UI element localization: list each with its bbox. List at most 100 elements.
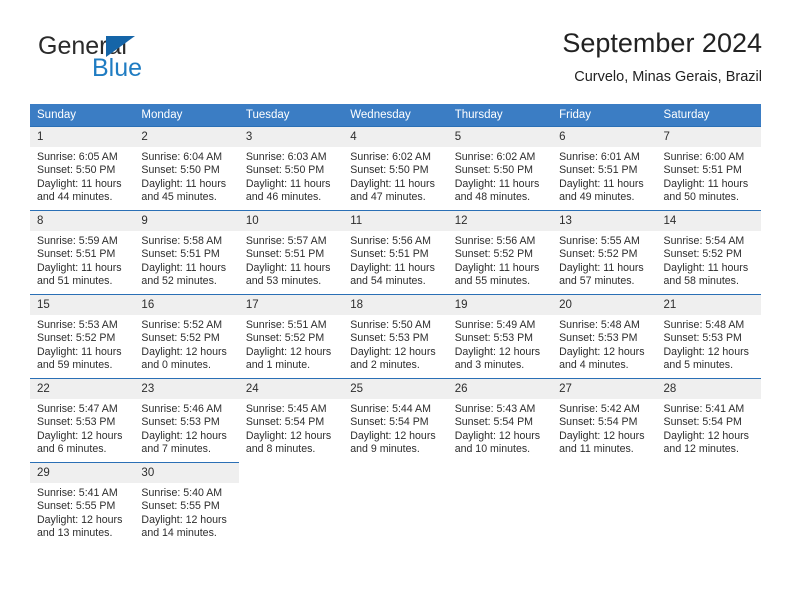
calendar-day-cell[interactable]: 27 Sunrise: 5:42 AM Sunset: 5:54 PM Dayligh… [552, 378, 657, 462]
sunrise-text: Sunrise: 5:41 AM [663, 403, 745, 415]
calendar-day-cell[interactable]: 1 Sunrise: 6:05 AM Sunset: 5:50 PM Daylight… [30, 126, 135, 210]
calendar-day-cell[interactable]: 23 Sunrise: 5:46 AM Sunset: 5:53 PM Dayligh… [134, 378, 239, 462]
daylight-text: Daylight: 12 hours and 8 minutes. [245, 429, 332, 455]
calendar-day-cell[interactable]: 9 Sunrise: 5:58 AM Sunset: 5:51 PM Daylight… [134, 210, 239, 294]
day-details: Sunrise: 5:47 AM Sunset: 5:53 PM Daylight:… [30, 399, 134, 456]
sunrise-text: Sunrise: 5:43 AM [454, 403, 536, 415]
daylight-text: Daylight: 11 hours and 54 minutes. [350, 261, 435, 287]
calendar-day-cell[interactable]: 28 Sunrise: 5:41 AM Sunset: 5:54 PM Dayligh… [656, 378, 761, 462]
sunset-text: Sunset: 5:53 PM [350, 332, 429, 345]
day-details: Sunrise: 6:02 AM Sunset: 5:50 PM Daylight:… [448, 147, 552, 204]
calendar-week-row: 1 Sunrise: 6:05 AM Sunset: 5:50 PM Daylight… [30, 126, 761, 210]
calendar-day-cell[interactable]: 25 Sunrise: 5:44 AM Sunset: 5:54 PM Dayligh… [343, 378, 448, 462]
day-number [552, 462, 656, 482]
calendar-day-cell[interactable]: 2 Sunrise: 6:04 AM Sunset: 5:50 PM Daylight… [134, 126, 239, 210]
calendar-cell-empty [239, 462, 343, 546]
day-details: Sunrise: 5:52 AM Sunset: 5:52 PM Daylight:… [134, 315, 238, 372]
sunset-text: Sunset: 5:54 PM [350, 416, 429, 429]
weekday-header-saturday: Saturday [656, 104, 761, 126]
calendar-day-cell[interactable]: 4 Sunrise: 6:02 AM Sunset: 5:50 PM Daylight… [343, 126, 448, 210]
day-details: Sunrise: 6:04 AM Sunset: 5:50 PM Daylight:… [134, 147, 238, 204]
day-number: 22 [30, 379, 135, 399]
sunrise-text: Sunrise: 5:52 AM [141, 319, 223, 331]
calendar-day-cell[interactable]: 8 Sunrise: 5:59 AM Sunset: 5:51 PM Daylight… [30, 210, 135, 294]
day-number: 2 [134, 127, 239, 147]
day-number: 4 [343, 127, 448, 147]
calendar-day-cell[interactable]: 20 Sunrise: 5:48 AM Sunset: 5:53 PM Dayligh… [552, 294, 657, 378]
calendar-day-cell[interactable]: 16 Sunrise: 5:52 AM Sunset: 5:52 PM Dayligh… [134, 294, 239, 378]
calendar-day-cell[interactable]: 13 Sunrise: 5:55 AM Sunset: 5:52 PM Dayligh… [552, 210, 657, 294]
calendar-day-cell[interactable]: 6 Sunrise: 6:01 AM Sunset: 5:51 PM Daylight… [552, 126, 657, 210]
calendar-week-row: 8 Sunrise: 5:59 AM Sunset: 5:51 PM Daylight… [30, 210, 761, 294]
calendar-day-cell[interactable]: 5 Sunrise: 6:02 AM Sunset: 5:50 PM Daylight… [447, 126, 553, 210]
day-number: 16 [134, 295, 239, 315]
daylight-text: Daylight: 11 hours and 53 minutes. [245, 261, 331, 287]
calendar-day-cell[interactable]: 19 Sunrise: 5:49 AM Sunset: 5:53 PM Dayligh… [447, 294, 553, 378]
sunset-text: Sunset: 5:55 PM [37, 500, 116, 513]
day-number: 23 [134, 379, 239, 399]
calendar-day-cell[interactable]: 17 Sunrise: 5:51 AM Sunset: 5:52 PM Dayligh… [238, 294, 344, 378]
daylight-text: Daylight: 11 hours and 59 minutes. [37, 345, 122, 371]
day-details: Sunrise: 5:40 AM Sunset: 5:55 PM Daylight:… [134, 483, 238, 540]
calendar-day-cell[interactable]: 14 Sunrise: 5:54 AM Sunset: 5:52 PM Dayligh… [656, 210, 761, 294]
calendar-week-row: 22 Sunrise: 5:47 AM Sunset: 5:53 PM Dayligh… [30, 378, 761, 462]
day-number [657, 462, 761, 482]
day-number: 26 [447, 379, 553, 399]
sunrise-text: Sunrise: 6:02 AM [454, 151, 536, 163]
day-number: 27 [552, 379, 657, 399]
calendar-day-cell[interactable]: 15 Sunrise: 5:53 AM Sunset: 5:52 PM Dayligh… [30, 294, 135, 378]
daylight-text: Daylight: 12 hours and 10 minutes. [454, 429, 541, 455]
daylight-text: Daylight: 12 hours and 11 minutes. [559, 429, 645, 455]
day-number: 24 [238, 379, 344, 399]
calendar-day-cell[interactable]: 22 Sunrise: 5:47 AM Sunset: 5:53 PM Dayligh… [30, 378, 135, 462]
day-details: Sunrise: 5:42 AM Sunset: 5:54 PM Daylight:… [552, 399, 656, 456]
sunrise-text: Sunrise: 5:46 AM [141, 403, 223, 415]
sunset-text: Sunset: 5:52 PM [37, 332, 116, 345]
daylight-text: Daylight: 11 hours and 50 minutes. [663, 177, 749, 203]
calendar-day-cell[interactable]: 26 Sunrise: 5:43 AM Sunset: 5:54 PM Dayligh… [447, 378, 553, 462]
sunset-text: Sunset: 5:50 PM [350, 164, 429, 177]
day-details: Sunrise: 5:51 AM Sunset: 5:52 PM Daylight:… [239, 315, 343, 372]
sunset-text: Sunset: 5:53 PM [663, 332, 742, 345]
sunset-text: Sunset: 5:52 PM [559, 248, 638, 261]
sunset-text: Sunset: 5:52 PM [454, 248, 534, 261]
title-block: September 2024 Curvelo, Minas Gerais, Br… [562, 26, 762, 88]
sunrise-text: Sunrise: 5:53 AM [37, 319, 118, 331]
sunset-text: Sunset: 5:52 PM [141, 332, 220, 345]
calendar-day-cell[interactable]: 12 Sunrise: 5:56 AM Sunset: 5:52 PM Dayligh… [447, 210, 553, 294]
day-number: 14 [656, 211, 761, 231]
calendar-day-cell[interactable]: 10 Sunrise: 5:57 AM Sunset: 5:51 PM Dayligh… [238, 210, 344, 294]
calendar-day-cell[interactable]: 11 Sunrise: 5:56 AM Sunset: 5:51 PM Dayligh… [343, 210, 448, 294]
calendar-day-cell[interactable]: 3 Sunrise: 6:03 AM Sunset: 5:50 PM Daylight… [238, 126, 344, 210]
weekday-header-sunday: Sunday [30, 104, 135, 126]
sunrise-text: Sunrise: 5:44 AM [350, 403, 431, 415]
weekday-header-wednesday: Wednesday [343, 104, 448, 126]
day-details: Sunrise: 5:43 AM Sunset: 5:54 PM Daylight:… [448, 399, 552, 456]
day-number: 8 [30, 211, 135, 231]
day-number [239, 462, 343, 482]
day-details: Sunrise: 5:49 AM Sunset: 5:53 PM Daylight:… [448, 315, 552, 372]
page-subtitle: Curvelo, Minas Gerais, Brazil [574, 69, 762, 85]
calendar-day-cell[interactable]: 18 Sunrise: 5:50 AM Sunset: 5:53 PM Dayligh… [343, 294, 448, 378]
calendar-day-cell[interactable]: 29 Sunrise: 5:41 AM Sunset: 5:55 PM Dayligh… [30, 462, 135, 546]
calendar-table: Sunday Monday Tuesday Wednesday Thursday… [30, 104, 761, 546]
sunrise-text: Sunrise: 5:56 AM [350, 235, 431, 247]
day-number: 19 [447, 295, 553, 315]
calendar-day-cell[interactable]: 7 Sunrise: 6:00 AM Sunset: 5:51 PM Daylight… [656, 126, 761, 210]
sunrise-text: Sunrise: 5:49 AM [454, 319, 536, 331]
calendar-day-cell[interactable]: 24 Sunrise: 5:45 AM Sunset: 5:54 PM Dayligh… [238, 378, 344, 462]
sunrise-text: Sunrise: 5:48 AM [559, 319, 640, 331]
calendar-cell-empty [343, 462, 447, 546]
generalblue-logo[interactable]: General Blue [30, 32, 280, 88]
weekday-header-thursday: Thursday [447, 104, 553, 126]
daylight-text: Daylight: 12 hours and 4 minutes. [559, 345, 645, 371]
day-details: Sunrise: 5:54 AM Sunset: 5:52 PM Daylight:… [657, 231, 761, 288]
day-details: Sunrise: 5:59 AM Sunset: 5:51 PM Daylight:… [30, 231, 134, 288]
day-number: 7 [656, 127, 761, 147]
calendar-day-cell[interactable]: 21 Sunrise: 5:48 AM Sunset: 5:53 PM Dayligh… [656, 294, 761, 378]
sunset-text: Sunset: 5:51 PM [559, 164, 638, 177]
calendar-day-cell[interactable]: 30 Sunrise: 5:40 AM Sunset: 5:55 PM Dayligh… [134, 462, 239, 546]
logo-text-blue: Blue [92, 54, 143, 82]
daylight-text: Daylight: 11 hours and 51 minutes. [37, 261, 122, 287]
daylight-text: Daylight: 12 hours and 7 minutes. [141, 429, 227, 455]
